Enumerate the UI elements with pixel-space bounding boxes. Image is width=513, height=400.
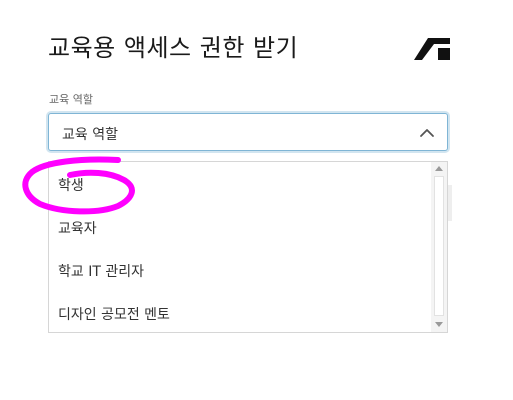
chevron-up-icon[interactable]	[419, 125, 435, 141]
dropdown-scrollbar[interactable]	[431, 162, 447, 332]
field-edge-shadow	[448, 185, 452, 221]
option-school-it-admin[interactable]: 학교 IT 관리자	[58, 261, 144, 281]
scroll-thumb[interactable]	[434, 176, 444, 316]
scroll-up-arrow-icon[interactable]	[435, 166, 443, 171]
education-role-dropdown-list[interactable]: 학생 교육자 학교 IT 관리자 디자인 공모전 멘토	[48, 161, 448, 333]
dialog-title: 교육용 액세스 권한 받기	[48, 34, 299, 62]
education-role-selected-value: 교육 역할	[62, 127, 118, 143]
option-educator[interactable]: 교육자	[58, 218, 97, 238]
option-design-competition-mentor[interactable]: 디자인 공모전 멘토	[58, 304, 170, 324]
scroll-down-arrow-icon[interactable]	[435, 322, 443, 327]
education-role-label: 교육 역할	[49, 93, 93, 106]
option-student[interactable]: 학생	[58, 175, 84, 195]
autodesk-logo-icon	[414, 38, 450, 60]
education-role-select[interactable]: 교육 역할	[48, 113, 448, 151]
